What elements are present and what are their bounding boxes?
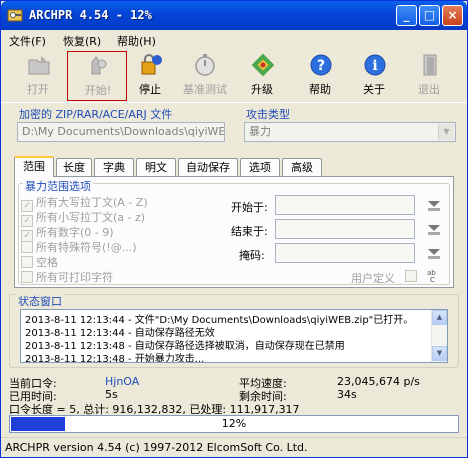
status-window-title: 状态窗口 [16,293,64,309]
attack-type-value: 暴力 [249,125,271,138]
end-at-picker-icon[interactable] [426,221,442,237]
current-password-value: HjnOA [105,375,140,388]
minimize-button[interactable]: _ [396,5,417,26]
menu-recovery[interactable]: 恢复(R) [63,33,101,49]
tab-range[interactable]: 范围 [14,156,54,177]
checkbox-printable-box[interactable] [21,271,33,283]
close-button[interactable]: × [442,5,463,26]
end-at-label: 结束于: [231,225,268,238]
mask-input[interactable] [275,243,415,263]
stop-icon [141,54,162,75]
benchmark-button[interactable]: 基准测试 [177,51,233,101]
app-key-icon [7,9,23,22]
tab-autosave[interactable]: 自动保存 [178,158,238,176]
user-defined-label: 用户定义 [351,272,395,285]
about-button-label: 关于 [363,83,385,96]
exit-button-label: 退出 [418,83,440,96]
range-panel: 暴力范围选项 ✓ 所有大写拉丁文(A - Z) ✓ 所有小写拉丁文(a - z) ✓… [14,176,454,288]
checkbox-user-defined[interactable] [405,270,420,283]
status-bar: ARCHPR version 4.54 (c) 1997-2012 ElcomS… [1,437,467,457]
remaining-value: 34s [337,388,357,401]
menu-bar: 文件(F) 恢复(R) 帮助(H) [1,30,467,49]
menu-file[interactable]: 文件(F) [9,33,46,49]
checkbox-lowercase-label: 所有小写拉丁文(a - z) [36,211,146,224]
chevron-down-icon[interactable]: ▼ [438,124,454,140]
scroll-down-icon[interactable]: ▼ [432,346,447,361]
window-title: ARCHPR 4.54 - 12% [29,8,152,22]
start-icon [91,56,107,75]
checkbox-user-defined-box[interactable] [405,270,417,282]
checkbox-digits-label: 所有数字(0 - 9) [36,226,114,239]
mask-label: 掩码: [239,249,265,262]
mask-picker-icon[interactable] [426,245,442,261]
tab-dictionary[interactable]: 字典 [94,158,134,176]
start-button[interactable]: 开始! [67,51,127,101]
checkbox-special-box[interactable] [21,241,33,253]
open-folder-icon [28,56,50,75]
log-list[interactable]: 2013-8-11 12:13:44 - 文件"D:\My Documents\… [20,309,448,363]
upgrade-button[interactable]: 升级 [237,51,287,101]
tab-options[interactable]: 选项 [240,158,280,176]
about-button[interactable]: i 关于 [349,51,399,101]
attack-type-title: 攻击类型 [246,108,290,121]
attack-type-select[interactable]: 暴力 ▼ [244,122,456,142]
checkbox-printable[interactable]: 所有可打印字符 [21,269,113,285]
checkbox-special-label: 所有特殊符号(!@...) [36,241,137,254]
svg-text:?: ? [317,58,325,74]
help-button-label: 帮助 [309,83,331,96]
log-scrollbar[interactable]: ▲ ▼ [431,310,447,362]
help-icon: ? [310,54,332,76]
charset-icon[interactable]: ab C [426,267,442,283]
stop-button-label: 停止 [139,83,161,96]
app-window: ARCHPR 4.54 - 12% _ □ × 文件(F) 恢复(R) 帮助(H… [0,0,468,458]
file-group-title: 加密的 ZIP/RAR/ACE/ARJ 文件 [19,108,173,121]
checkbox-printable-label: 所有可打印字符 [36,271,113,284]
tab-length[interactable]: 长度 [56,158,92,176]
upgrade-icon [251,53,275,77]
tab-advanced[interactable]: 高级 [282,158,322,176]
start-from-label: 开始于: [231,201,268,214]
svg-text:i: i [372,58,377,74]
start-from-picker-icon[interactable] [426,197,442,213]
start-from-input[interactable] [275,195,415,215]
file-path-field[interactable]: D:\My Documents\Downloads\qiyiWEB.zip [17,122,225,142]
checkbox-space-label: 空格 [36,256,58,269]
checkbox-space-box[interactable] [21,256,33,268]
status-window: 状态窗口 2013-8-11 12:13:44 - 文件"D:\My Docum… [9,293,459,368]
maximize-button[interactable]: □ [419,5,440,26]
upgrade-button-label: 升级 [251,83,273,96]
scroll-up-icon[interactable]: ▲ [432,310,447,325]
toolbar: 打开 开始! 停止 基准测试 升级 ? 帮助 i 关于 退出 [1,49,467,103]
start-button-label: 开始! [84,84,112,97]
progress-text: 12% [221,417,247,430]
log-line: 2013-8-11 12:13:48 - 开始暴力攻击... [25,354,205,363]
checkbox-space[interactable]: 空格 [21,254,58,270]
open-button-label: 打开 [27,83,49,96]
avg-speed-value: 23,045,674 p/s [337,375,420,388]
stop-button[interactable]: 停止 [125,51,175,101]
info-icon: i [364,54,386,76]
exit-door-icon [423,54,437,76]
title-bar[interactable]: ARCHPR 4.54 - 12% _ □ × [1,1,467,30]
bruteforce-range-title: 暴力范围选项 [23,178,93,194]
svg-text:C: C [430,276,435,283]
exit-button[interactable]: 退出 [404,51,454,101]
stopwatch-icon [195,54,215,76]
checkbox-special[interactable]: 所有特殊符号(!@...) [21,239,136,255]
end-at-input[interactable] [275,219,415,239]
progress-bar: 12% [9,415,459,433]
help-button[interactable]: ? 帮助 [295,51,345,101]
tab-plaintext[interactable]: 明文 [136,158,176,176]
open-button[interactable]: 打开 [13,51,63,101]
benchmark-button-label: 基准测试 [183,83,227,96]
menu-help[interactable]: 帮助(H) [117,33,156,49]
checkbox-uppercase-label: 所有大写拉丁文(A - Z) [36,196,148,209]
elapsed-value: 5s [105,388,118,401]
